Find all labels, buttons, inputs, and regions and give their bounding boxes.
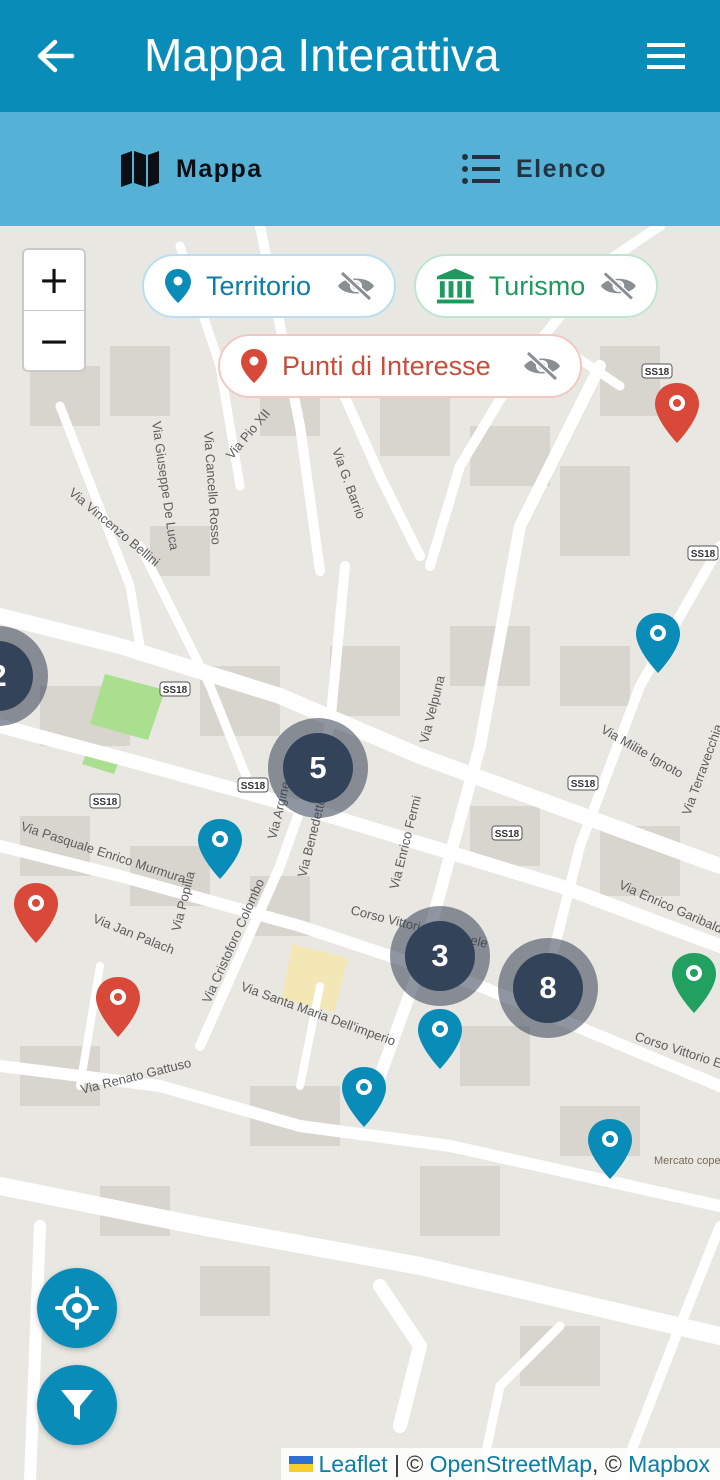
- tab-list-label: Elenco: [516, 154, 607, 183]
- eye-off-icon[interactable]: [522, 351, 562, 381]
- map-attribution: Leaflet | © OpenStreetMap , © Mapbox: [280, 1448, 720, 1480]
- map-marker-territorio[interactable]: [417, 1008, 463, 1070]
- svg-text:Mercato coperto: Mercato coperto: [654, 1155, 720, 1167]
- app-header: Mappa Interattiva: [0, 0, 720, 112]
- mapbox-link[interactable]: Mapbox: [628, 1451, 710, 1478]
- map-marker-turismo[interactable]: [671, 952, 717, 1014]
- map-marker-poi[interactable]: [95, 976, 141, 1038]
- tab-map-label: Mappa: [176, 154, 263, 183]
- map-marker-territorio[interactable]: [341, 1066, 387, 1128]
- openstreetmap-link[interactable]: OpenStreetMap: [430, 1451, 592, 1478]
- cluster-count: 2: [0, 641, 33, 711]
- hamburger-menu-icon: [647, 43, 685, 69]
- svg-text:SS18: SS18: [241, 781, 266, 792]
- back-button[interactable]: [22, 24, 88, 88]
- location-pin-icon: [241, 349, 267, 383]
- location-pin-icon: [165, 269, 191, 303]
- svg-text:SS18: SS18: [691, 549, 716, 560]
- list-icon: [462, 154, 500, 184]
- marker-cluster[interactable]: 3: [390, 906, 490, 1006]
- map-marker-territorio[interactable]: [635, 612, 681, 674]
- page-title: Mappa Interattiva: [144, 29, 500, 81]
- map-marker-territorio[interactable]: [197, 818, 243, 880]
- filter-chip-territorio[interactable]: Territorio: [142, 254, 396, 318]
- ukraine-flag-icon: [288, 1456, 313, 1472]
- attribution-separator: | ©: [387, 1450, 430, 1477]
- museum-icon: [436, 268, 474, 304]
- map-marker-territorio[interactable]: [587, 1118, 633, 1180]
- svg-text:SS18: SS18: [571, 779, 596, 790]
- svg-text:Via G. Barrio: Via G. Barrio: [329, 446, 368, 521]
- filter-chip-label: Turismo: [488, 270, 586, 301]
- locate-me-button[interactable]: [37, 1268, 117, 1348]
- cluster-count: 5: [283, 733, 353, 803]
- svg-text:Via Velpuna: Via Velpuna: [416, 673, 447, 744]
- view-tabs: Mappa Elenco: [0, 112, 720, 226]
- tab-list[interactable]: Elenco: [462, 112, 607, 226]
- svg-text:Via Jan Palach: Via Jan Palach: [91, 911, 177, 957]
- map-marker-poi[interactable]: [654, 382, 700, 444]
- map-marker-poi[interactable]: [13, 882, 59, 944]
- svg-text:SS18: SS18: [645, 367, 670, 378]
- eye-off-icon[interactable]: [599, 271, 638, 301]
- tab-map[interactable]: Mappa: [120, 112, 263, 226]
- svg-text:SS18: SS18: [495, 829, 520, 840]
- filter-chip-punti-di-interesse[interactable]: Punti di Interesse: [218, 334, 582, 398]
- svg-text:SS18: SS18: [93, 797, 118, 808]
- svg-text:SS18: SS18: [163, 685, 188, 696]
- filter-button[interactable]: [37, 1365, 117, 1445]
- zoom-in-button[interactable]: +: [24, 250, 84, 311]
- zoom-out-button[interactable]: −: [24, 311, 84, 370]
- leaflet-link[interactable]: Leaflet: [319, 1451, 388, 1478]
- cluster-count: 8: [513, 953, 583, 1023]
- arrow-left-icon: [37, 39, 75, 73]
- crosshair-locate-icon: [55, 1286, 99, 1330]
- marker-cluster[interactable]: 5: [268, 718, 368, 818]
- menu-button[interactable]: [634, 24, 698, 88]
- filter-chip-label: Punti di Interesse: [282, 350, 491, 381]
- cluster-count: 3: [405, 921, 475, 991]
- attribution-separator: , ©: [592, 1450, 629, 1477]
- interactive-map[interactable]: Via Giuseppe De Luca Via Cancello Rosso …: [0, 226, 720, 1480]
- filter-chip-label: Territorio: [206, 270, 312, 301]
- eye-off-icon[interactable]: [336, 271, 376, 301]
- filter-chip-turismo[interactable]: Turismo: [414, 254, 658, 318]
- map-icon: [121, 151, 159, 187]
- filter-funnel-icon: [61, 1390, 93, 1420]
- marker-cluster[interactable]: 8: [498, 938, 598, 1038]
- zoom-control: + −: [22, 248, 86, 372]
